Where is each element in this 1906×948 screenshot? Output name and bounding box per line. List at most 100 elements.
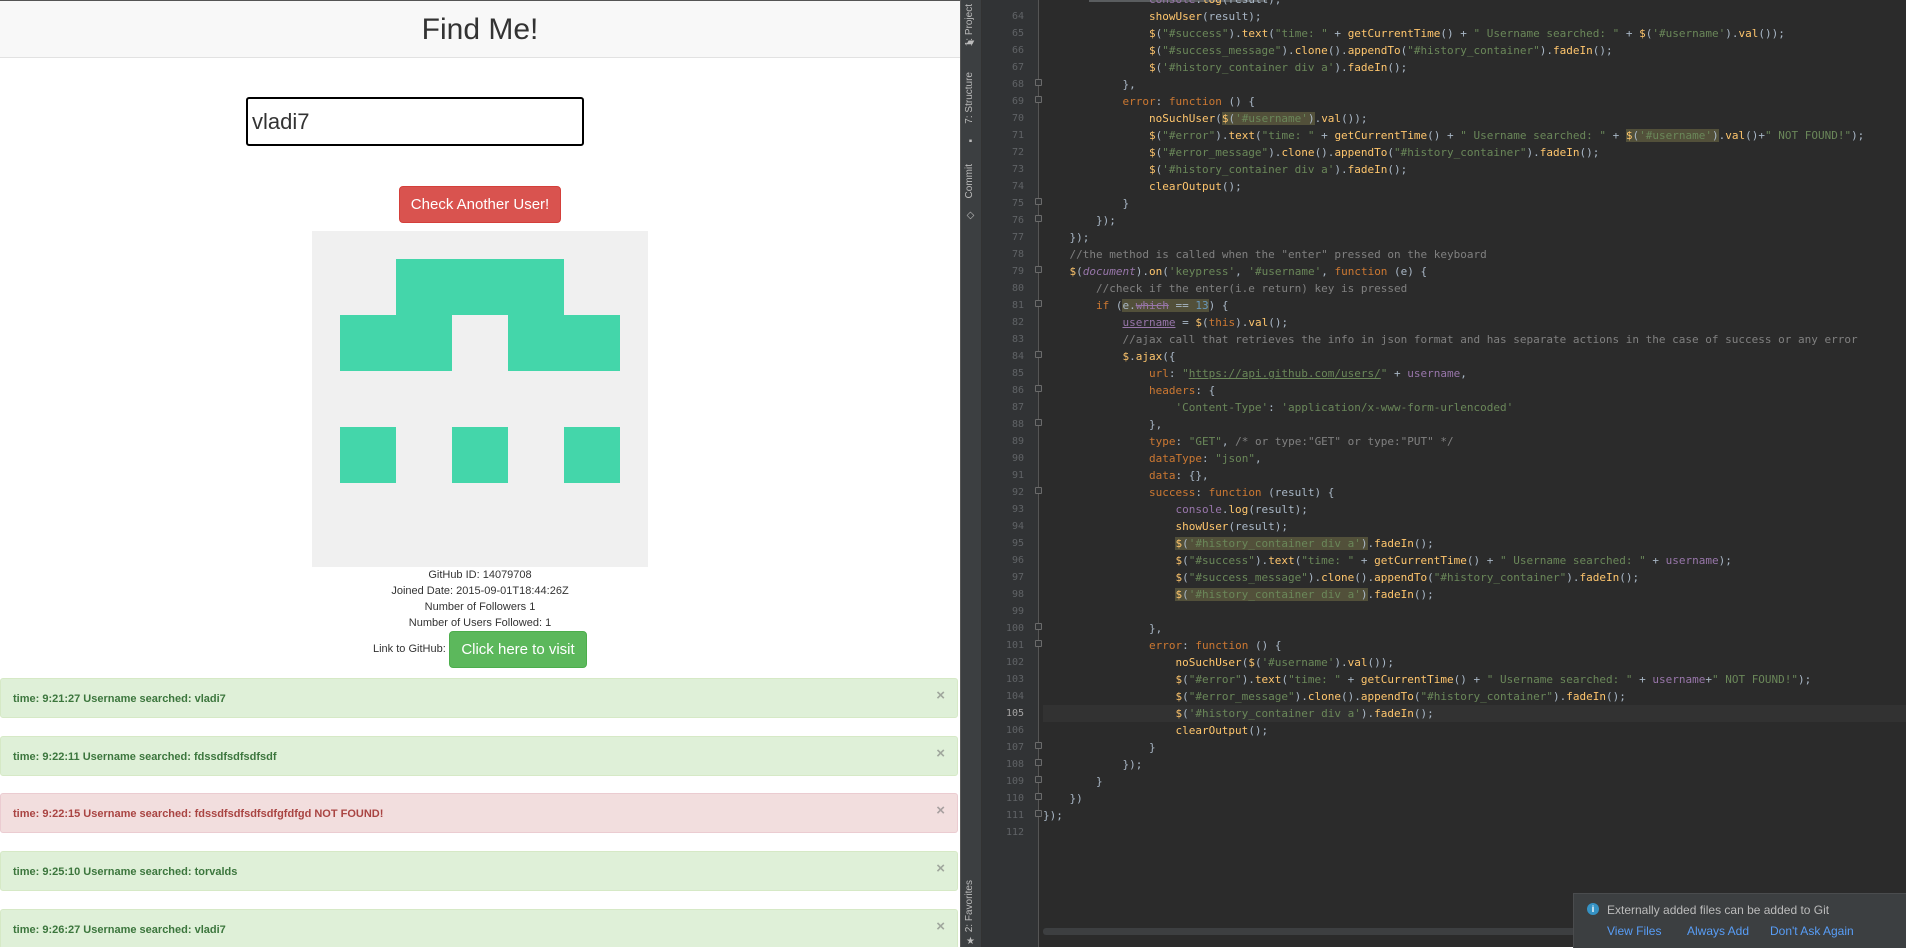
fold-marker[interactable]: [1035, 266, 1042, 273]
history-alert-text: time: 9:25:10 Username searched: torvald…: [13, 866, 238, 878]
fold-marker[interactable]: [1035, 742, 1042, 749]
fold-marker[interactable]: [1035, 623, 1042, 630]
line-number: 98: [1011, 589, 1024, 600]
fold-marker[interactable]: [1035, 198, 1042, 205]
line-number: 74: [1011, 181, 1024, 192]
line-number: 91: [1011, 470, 1024, 481]
code-line: $("#success").text("time: " + getCurrent…: [1175, 554, 1732, 567]
always-add-link[interactable]: Always Add: [1687, 924, 1749, 938]
code-line: error: function () {: [1122, 95, 1255, 108]
code-line: dataType: "json",: [1148, 452, 1262, 465]
code-line: //check if the enter(i.e return) key is …: [1095, 282, 1408, 295]
fold-marker[interactable]: [1035, 96, 1042, 103]
identicon-block: [340, 315, 452, 371]
code-area[interactable]: 64 65 66 67 68 69 70 71 72 73 74 75 76 77 78 79 80 81 82 83…: [961, 0, 1906, 947]
fold-marker[interactable]: [1035, 300, 1042, 307]
history-alert-text: time: 9:21:27 Username searched: vladi7: [13, 693, 226, 705]
code-line: headers: {: [1148, 384, 1216, 397]
page-title: Find Me!: [421, 13, 539, 46]
line-number: 82: [1011, 317, 1024, 328]
notification-message: Externally added files can be added to G…: [1607, 903, 1830, 917]
code-line: username = $(this).val();: [1122, 316, 1289, 329]
code-line: },: [1043, 622, 1163, 635]
line-number: 97: [1011, 572, 1024, 583]
title-bar: Find Me!: [0, 1, 960, 58]
fold-marker[interactable]: [1035, 487, 1042, 494]
close-icon[interactable]: ×: [936, 860, 945, 877]
line-number: 75: [1011, 198, 1024, 209]
history-alert: time: 9:22:11 Username searched: fdssdfs…: [0, 736, 958, 776]
code-line: $("#success_message").clone().appendTo("…: [1148, 44, 1613, 57]
line-number: 95: [1011, 538, 1024, 549]
line-number: 99: [1011, 606, 1024, 617]
fold-marker[interactable]: [1035, 351, 1042, 358]
fold-marker[interactable]: [1035, 759, 1042, 766]
code-line: $("#success").text("time: " + getCurrent…: [1148, 27, 1785, 40]
code-line: });: [1043, 231, 1090, 244]
line-number: 78: [1011, 249, 1024, 260]
joined-date: Joined Date: 2015-09-01T18:44:26Z: [391, 585, 569, 597]
code-line: $('#history_container div a').fadeIn();: [1175, 537, 1434, 550]
info-icon: i: [1587, 903, 1599, 915]
followers-count: Number of Followers 1: [424, 601, 536, 613]
line-number: 67: [1011, 62, 1024, 73]
browser-page: Find Me! Check Another User! GitHub ID: …: [0, 0, 960, 947]
line-number: 93: [1011, 504, 1024, 515]
code-line: },: [1043, 418, 1163, 431]
line-number: 71: [1011, 130, 1024, 141]
line-number: 109: [1005, 776, 1024, 787]
fold-marker[interactable]: [1035, 776, 1042, 783]
line-number: 108: [1005, 759, 1024, 770]
code-line: $("#error").text("time: " + getCurrentTi…: [1175, 673, 1812, 686]
line-number: 100: [1005, 623, 1024, 634]
code-line: success: function (result) {: [1148, 486, 1335, 499]
code-line: console.log(result);: [1175, 503, 1308, 516]
fold-marker[interactable]: [1035, 215, 1042, 222]
code-line: error: function () {: [1148, 639, 1282, 652]
history-alert-text: time: 9:22:15 Username searched: fdssdfs…: [13, 808, 384, 820]
line-number: 79: [1011, 266, 1024, 277]
line-number: 112: [1005, 827, 1024, 838]
line-number: 65: [1011, 28, 1024, 39]
line-number: 101: [1005, 640, 1024, 651]
fold-marker[interactable]: [1035, 385, 1042, 392]
line-number: 103: [1005, 674, 1024, 685]
fold-marker[interactable]: [1035, 810, 1042, 817]
code-line: });: [1043, 214, 1116, 227]
code-line: //ajax call that retrieves the info in j…: [1122, 333, 1858, 346]
code-line: $("#error_message").clone().appendTo("#h…: [1148, 146, 1600, 159]
code-line: });: [1043, 758, 1143, 771]
following-count: Number of Users Followed: 1: [408, 617, 552, 629]
fold-marker[interactable]: [1035, 419, 1042, 426]
code-line: $.ajax({: [1122, 350, 1176, 363]
line-number: 84: [1011, 351, 1024, 362]
view-files-link[interactable]: View Files: [1607, 924, 1661, 938]
code-line: noSuchUser($('#username').val());: [1175, 656, 1395, 669]
fold-marker[interactable]: [1035, 793, 1042, 800]
history-alert: time: 9:26:27 Username searched: vladi7 …: [0, 909, 958, 947]
line-number: 69: [1011, 96, 1024, 107]
history-alert-text: time: 9:26:27 Username searched: vladi7: [13, 924, 226, 936]
check-another-user-button[interactable]: Check Another User!: [399, 186, 561, 223]
visit-github-button[interactable]: Click here to visit: [449, 631, 587, 668]
github-link-label: Link to GitHub:: [373, 643, 446, 655]
close-icon[interactable]: ×: [936, 918, 945, 935]
code-line: }: [1043, 775, 1103, 788]
line-number: 72: [1011, 147, 1024, 158]
line-number: 81: [1011, 300, 1024, 311]
github-id: GitHub ID: 14079708: [428, 569, 532, 581]
fold-marker[interactable]: [1035, 640, 1042, 647]
fold-marker[interactable]: [1035, 79, 1042, 86]
line-number: 110: [1005, 793, 1024, 804]
line-number: 105: [1005, 708, 1024, 719]
line-number: 106: [1005, 725, 1024, 736]
code-line: if (e.which == 13) {: [1095, 299, 1229, 312]
close-icon[interactable]: ×: [936, 802, 945, 819]
close-icon[interactable]: ×: [936, 687, 945, 704]
line-number: 70: [1011, 113, 1024, 124]
close-icon[interactable]: ×: [936, 745, 945, 762]
code-line: $("#success_message").clone().appendTo("…: [1175, 571, 1640, 584]
dont-ask-again-link[interactable]: Don't Ask Again: [1770, 924, 1854, 938]
username-search-input[interactable]: [246, 97, 584, 146]
